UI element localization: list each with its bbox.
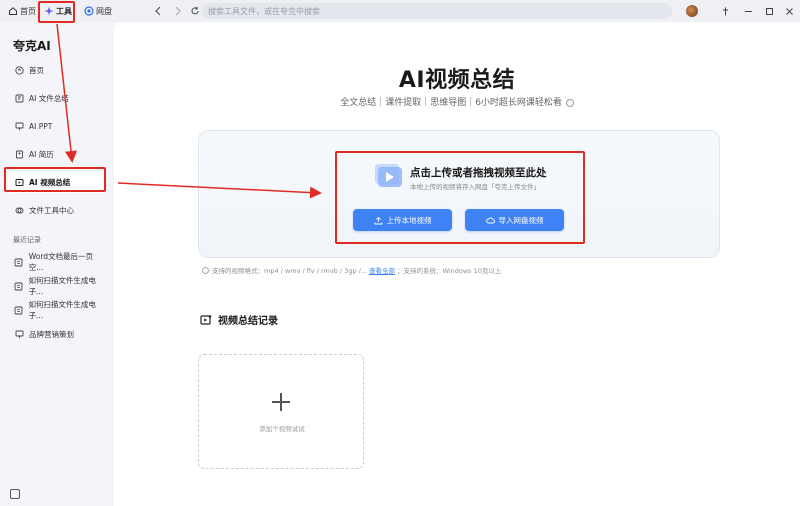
page-subtitle: 全文总结｜课件提取｜思维导图｜6小时超长网课轻松看 [114,95,800,108]
tab-home-label: 首页 [20,6,36,16]
sidebar-item-home[interactable]: 首页 [8,59,106,81]
supported-formats-note: 支持的视频格式：mp4 / wmv / flv / rmvb / 3gp /..… [202,265,501,275]
sidebar-item-file-tools[interactable]: 文件工具中心 [8,199,106,221]
page-title: AI视频总结 [398,68,516,93]
ppt-icon [14,121,24,131]
sidebar-item-ai-ppt[interactable]: AI PPT [8,115,106,137]
sidebar-item-ai-doc-summary[interactable]: AI 文件总结 [8,87,106,109]
home-icon [8,6,18,16]
formats-text: 支持的视频格式：mp4 / wmv / flv / rmvb / 3gp /..… [212,267,368,275]
list-icon [14,257,24,267]
info-icon [202,266,209,274]
system-text: ；支持的系统：Windows 10及以上 [397,267,502,275]
records-section-title: 视频总结记录 [200,312,278,327]
sidebar-item-label: 首页 [29,65,44,75]
list-icon [14,281,23,291]
maximize-icon[interactable] [761,3,777,19]
cloud-icon [84,6,94,16]
back-icon[interactable] [152,4,164,18]
home-icon [14,65,24,75]
close-icon[interactable] [781,3,797,19]
recent-item[interactable]: 品牌营销策划 [8,323,106,345]
sidebar-item-ai-resume[interactable]: AI 简历 [8,143,106,165]
video-record-icon [200,314,212,326]
recent-item-label: 如何扫描文件生成电子... [28,276,96,296]
resume-icon [14,149,24,159]
page-subtitle-text: 全文总结｜课件提取｜思维导图｜6小时超长网课轻松看 [340,98,562,108]
recent-item-label: Word文档最后一页空... [28,252,94,272]
recent-item-label: 如何扫描文件生成电子... [28,300,96,320]
annotation-box-tools-tab [38,1,75,23]
avatar[interactable] [686,5,698,17]
add-video-label: 添加个视频试试 [259,425,305,433]
tab-cloud-drive[interactable]: 网盘 [80,2,116,20]
recent-item[interactable]: 如何扫描文件生成电子... [8,275,106,297]
recent-section-title: 最近记录 [13,236,41,244]
pin-icon[interactable] [717,3,733,19]
main-content: AI视频总结 全文总结｜课件提取｜思维导图｜6小时超长网课轻松看 点击上传或者拖… [114,22,800,506]
search-input[interactable] [208,6,672,16]
recent-item[interactable]: Word文档最后一页空... [8,251,106,273]
tab-home[interactable]: 首页 [4,2,40,20]
app-logo: 夸克AI [13,39,51,53]
tab-cloud-label: 网盘 [96,6,112,16]
ppt-icon [14,329,24,339]
recent-item-label: 品牌营销策划 [29,329,74,339]
refresh-icon[interactable] [189,4,201,18]
sidebar-item-label: AI 简历 [29,149,54,159]
list-icon [14,305,23,315]
add-video-card[interactable]: 添加个视频试试 [198,354,364,469]
minimize-icon[interactable] [740,3,756,19]
view-all-link[interactable]: 查看全部 [369,265,395,275]
title-bar: 首页 工具 网盘 [0,0,800,22]
search-bar[interactable] [202,3,672,19]
collapse-sidebar-icon[interactable] [10,489,20,499]
info-icon[interactable] [565,98,574,107]
tool-center-icon [14,205,24,215]
ai-doc-icon [14,93,24,103]
sidebar-item-label: AI PPT [29,121,53,131]
sidebar-item-label: 文件工具中心 [29,205,74,215]
records-title-text: 视频总结记录 [218,316,278,327]
annotation-box-upload [335,151,585,244]
annotation-box-video-summary [4,167,106,192]
recent-item[interactable]: 如何扫描文件生成电子... [8,299,106,321]
sidebar-item-label: AI 文件总结 [29,93,69,103]
plus-icon [272,393,290,411]
sidebar: 夸克AI 首页 AI 文件总结 AI PPT AI 简历 AI 视频总结 文件工 [0,22,114,506]
forward-icon[interactable] [172,4,184,18]
